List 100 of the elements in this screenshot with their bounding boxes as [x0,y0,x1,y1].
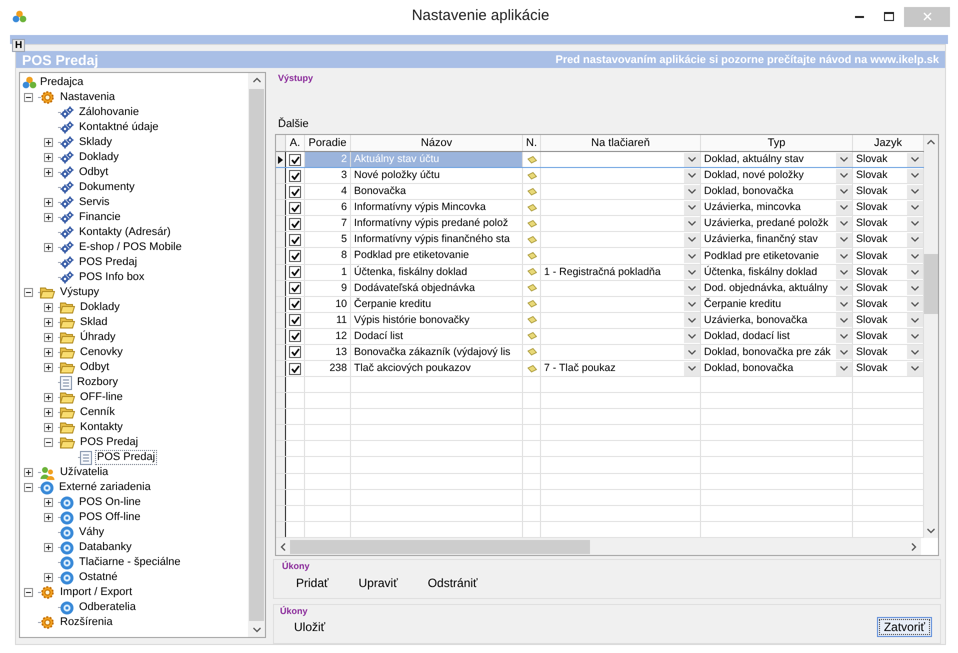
dropdown-button[interactable] [836,168,852,183]
row-header[interactable] [276,409,286,424]
expand-icon[interactable] [44,423,53,432]
column-header[interactable]: Na tlačiareň [541,135,701,151]
tree-item[interactable]: Tlačiarne - špeciálne [77,555,182,570]
table-cell[interactable]: Slovak [853,280,907,296]
tree-item[interactable]: Sklady [77,135,114,150]
row-header[interactable] [276,296,286,312]
dropdown-button[interactable] [836,297,852,312]
row-header[interactable] [276,490,286,505]
table-row[interactable]: 7 Informatívny výpis predané polož Uzávierka, predané položk Slovak [276,216,924,232]
table-cell[interactable]: Doklad, dodací list [701,328,836,344]
table-row[interactable]: 3 Nové položky účtu Doklad, nové položky Slovak [276,168,924,184]
table-cell[interactable]: Slovak [853,152,907,168]
dropdown-button[interactable] [907,200,923,215]
table-cell[interactable]: Doklad, bonovačka [701,184,836,200]
table-cell[interactable]: Slovak [853,168,907,184]
tree-item[interactable]: Rozšírenia [58,615,115,630]
row-header[interactable] [276,248,286,264]
tree-item[interactable]: Kontaktné údaje [77,120,161,135]
tree-item[interactable]: POS Predaj [77,255,140,270]
row-header[interactable] [276,425,286,440]
dropdown-button[interactable] [684,232,700,247]
tree-item[interactable]: Externé zariadenia [57,480,153,495]
expand-icon[interactable] [44,213,53,222]
expand-icon[interactable] [44,153,53,162]
dropdown-button[interactable] [907,345,923,360]
scroll-thumb[interactable] [290,540,590,554]
checkbox[interactable] [289,202,301,214]
dropdown-button[interactable] [684,329,700,344]
expand-icon[interactable] [44,243,53,252]
tree-item[interactable]: E-shop / POS Mobile [77,240,184,255]
dropdown-button[interactable] [836,281,852,296]
dropdown-button[interactable] [907,265,923,280]
table-cell[interactable]: Účtenka, fiskálny doklad [701,264,836,280]
row-header[interactable] [276,152,286,168]
tree-item[interactable]: POS Info box [77,270,146,285]
dropdown-button[interactable] [907,249,923,263]
scroll-thumb[interactable] [924,254,938,314]
table-row[interactable]: 2 Aktuálny stav účtu Doklad, aktuálny stav Slovak [276,152,924,168]
tree-item[interactable]: Kontakty (Adresár) [77,225,173,240]
table-row[interactable]: 12 Dodací list Doklad, dodací list Slovak [276,328,924,345]
row-header[interactable] [276,393,286,408]
tree-item[interactable]: Zálohovanie [77,105,141,120]
expand-icon[interactable] [44,513,53,522]
row-header[interactable] [276,184,286,200]
tree-item[interactable]: Výstupy [58,285,102,300]
tree-item[interactable]: Servis [77,195,112,210]
tree-item[interactable]: POS Off-line [77,510,143,525]
table-row[interactable]: 238 Tlač akciových poukazov 7 - Tlač poukaz Doklad, bonovačka Slovak [276,361,924,378]
table-row[interactable]: 10 Čerpanie kreditu Čerpanie kreditu Slovak [276,296,924,313]
dropdown-button[interactable] [907,168,923,183]
tree-item[interactable]: POS Predaj [78,435,140,450]
tree-item[interactable]: Sklad [78,315,110,330]
table-row[interactable]: 13 Bonovačka zákazník (výdajový lis Doklad, bonovačka pre zák Slovak [276,344,924,362]
tree-item[interactable]: Financie [77,210,123,225]
table-cell[interactable]: Uzávierka, bonovačka [701,312,836,328]
dropdown-button[interactable] [907,329,923,344]
column-header[interactable]: Jazyk [853,135,924,151]
tree-item[interactable]: Doklady [78,300,122,315]
tree-item[interactable]: Odbyt [77,165,110,180]
row-header[interactable] [276,474,286,489]
checkbox[interactable] [289,154,301,166]
table-cell[interactable]: Uzávierka, predané položk [701,216,836,232]
table-cell[interactable]: Slovak [853,344,907,360]
row-header[interactable] [276,328,286,344]
table-cell[interactable]: Uzávierka, finančný stav [701,232,836,248]
expand-icon[interactable] [24,468,33,477]
table-cell[interactable]: Slovak [853,264,907,280]
tree-item[interactable]: Nastavenia [58,90,118,105]
dropdown-button[interactable] [836,152,852,167]
dropdown-button[interactable] [684,313,700,328]
expand-icon[interactable] [44,573,53,582]
table-cell[interactable]: Slovak [853,248,907,264]
column-header[interactable]: N. [523,135,541,151]
row-header[interactable] [276,457,286,473]
checkbox[interactable] [289,314,301,326]
tree-item[interactable]: Databanky [77,540,134,555]
table-row[interactable]: 9 Dodávateľská objednávka Dod. objednávka, aktuálny Slovak [276,280,924,297]
tree-item[interactable]: Dokumenty [77,180,137,195]
dropdown-button[interactable] [907,313,923,328]
collapse-icon[interactable] [24,93,33,102]
row-header[interactable] [276,361,286,376]
row-header[interactable] [276,216,286,232]
dropdown-button[interactable] [907,232,923,247]
scrollbar[interactable] [924,135,938,538]
dropdown-button[interactable] [836,232,852,247]
table-cell[interactable]: 7 - Tlač poukaz [541,361,684,376]
row-header[interactable] [276,522,286,537]
checkbox[interactable] [289,186,301,198]
tree-item[interactable]: POS On-line [77,495,143,510]
scroll-thumb[interactable] [249,89,264,621]
row-header[interactable] [276,232,286,248]
collapse-icon[interactable] [24,588,33,597]
tree-item[interactable]: Predajca [40,76,84,89]
expand-icon[interactable] [44,303,53,312]
checkbox[interactable] [289,234,301,246]
table-cell[interactable]: Slovak [853,216,907,232]
row-header[interactable] [276,377,286,392]
table-cell[interactable]: Podklad pre etiketovanie [701,248,836,264]
